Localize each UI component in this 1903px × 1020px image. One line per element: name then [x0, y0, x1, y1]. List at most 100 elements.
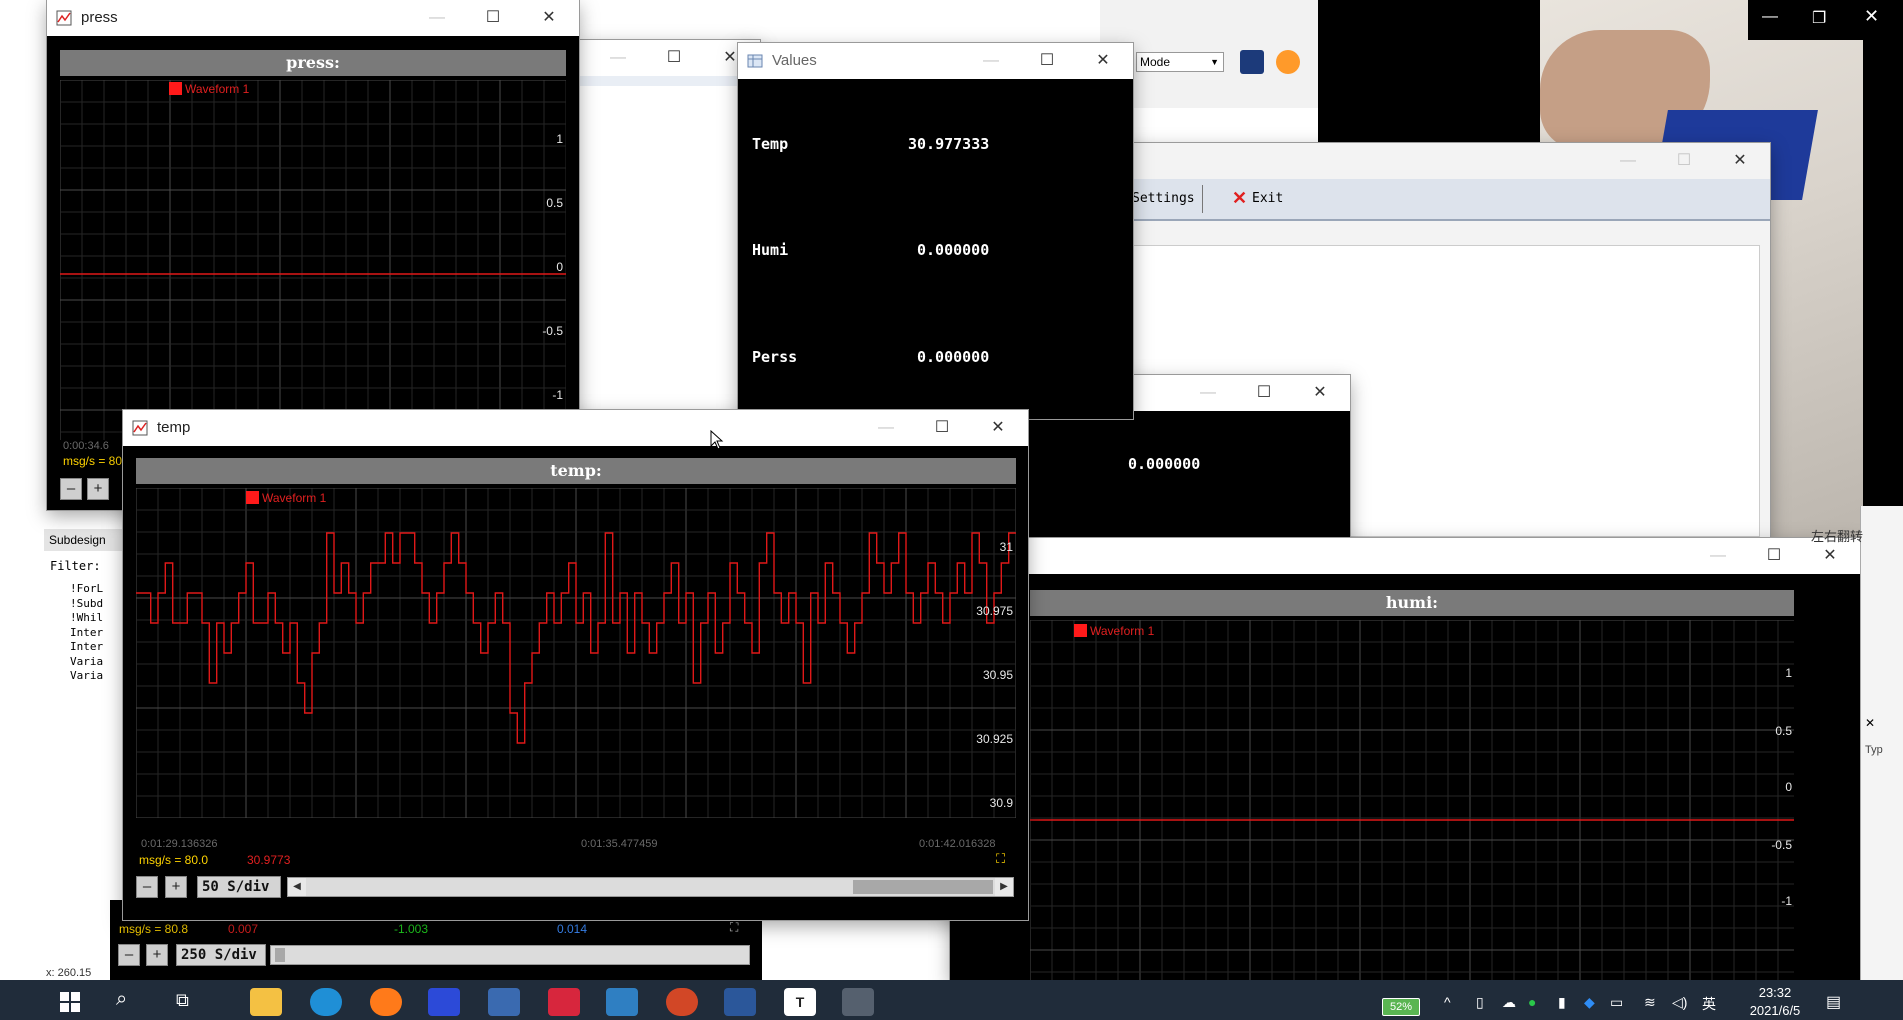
close-button[interactable]: ✕	[1292, 375, 1348, 411]
bluetooth-icon[interactable]: ◆	[1584, 994, 1595, 1011]
bottom-samples-per-div[interactable]: 250 S/div	[176, 944, 266, 966]
wifi-icon[interactable]: ≋	[1644, 994, 1656, 1011]
list-item[interactable]: Varia	[70, 669, 103, 684]
exit-icon[interactable]: ✕	[1232, 188, 1247, 209]
volume-icon[interactable]: ◁)	[1672, 994, 1687, 1011]
close-button[interactable]: ✕	[1712, 143, 1768, 179]
humi-value: 0.000000	[917, 241, 990, 259]
maximize-button[interactable]: ☐	[1746, 538, 1802, 574]
maximize-button[interactable]: ☐	[914, 410, 970, 446]
temp-scrollbar[interactable]: ◀ ▶	[287, 877, 1014, 897]
right-peek-close[interactable]: ✕	[1865, 716, 1875, 730]
list-item[interactable]: !Whil	[70, 611, 103, 626]
list-item[interactable]: Inter	[70, 640, 103, 655]
minimize-button[interactable]: —	[1180, 375, 1236, 411]
minimize-icon[interactable]: —	[1762, 8, 1778, 26]
minimize-button[interactable]: —	[409, 0, 465, 36]
notification-icon[interactable]: ▤	[1826, 992, 1841, 1012]
calculator-icon[interactable]	[548, 988, 580, 1016]
maximize-button[interactable]: ☐	[1236, 375, 1292, 411]
bottom-zoom-in-button[interactable]: +	[146, 944, 168, 966]
scrollbar-thumb[interactable]	[853, 880, 993, 894]
list-item[interactable]: Varia	[70, 655, 103, 670]
values-window-title: Values	[772, 52, 817, 69]
mouse-cursor-icon	[710, 430, 724, 450]
minimize-button[interactable]: —	[1690, 538, 1746, 574]
list-item[interactable]: !Subd	[70, 597, 103, 612]
search-icon[interactable]: ⌕	[116, 988, 127, 1011]
minimize-button[interactable]: —	[858, 410, 914, 446]
maximize-button[interactable]: ☐	[465, 0, 521, 36]
fit-icon[interactable]: ⛶	[730, 920, 738, 935]
clock-date: 2021/6/5	[1749, 1003, 1801, 1018]
temp-value: 30.977333	[908, 135, 990, 153]
press-legend-label: Waveform 1	[185, 82, 250, 96]
fit-icon[interactable]: ⛶	[996, 851, 1005, 867]
scrollbar-thumb[interactable]	[275, 948, 285, 962]
temp-time-mid: 0:01:35.477459	[581, 838, 658, 850]
temp-samples-per-div[interactable]: 50 S/div	[197, 876, 281, 898]
temp-zoom-in-button[interactable]: +	[165, 876, 187, 898]
edge-icon[interactable]	[310, 988, 342, 1016]
maximize-button[interactable]: ☐	[646, 40, 702, 76]
restore-icon[interactable]: ❐	[1812, 8, 1826, 28]
close-button[interactable]: ✕	[521, 0, 577, 36]
press-zoom-in-button[interactable]: +	[87, 478, 109, 500]
word-icon[interactable]	[724, 988, 756, 1016]
tray-chevron-icon[interactable]: ^	[1444, 994, 1451, 1010]
typora-icon[interactable]: T	[784, 988, 816, 1016]
mode-select[interactable]: Mode ▼	[1136, 52, 1224, 72]
humi-tick: -1	[1781, 894, 1792, 908]
cloud-icon[interactable]	[1276, 50, 1300, 74]
tab-subdesign[interactable]: Subdesign	[44, 529, 134, 551]
battery-percent: 52%	[1389, 1001, 1413, 1013]
labview-icon[interactable]	[842, 988, 874, 1016]
minimize-button[interactable]: —	[590, 40, 646, 76]
ime-indicator[interactable]: 英	[1702, 994, 1716, 1014]
close-icon[interactable]: ✕	[1864, 6, 1879, 27]
task-view-icon[interactable]: ⧉	[176, 990, 189, 1011]
start-button[interactable]	[60, 992, 80, 1012]
temp-tick: 30.925	[976, 732, 1013, 746]
list-item[interactable]: !ForL	[70, 582, 103, 597]
bottom-scrollbar[interactable]	[270, 945, 750, 965]
scroll-left-icon[interactable]: ◀	[288, 878, 306, 896]
windows-icon	[60, 992, 69, 1001]
humi-legend: Waveform 1	[1074, 624, 1154, 638]
clock[interactable]: 23:32 2021/6/5	[1740, 984, 1810, 1020]
python-icon[interactable]	[488, 988, 520, 1016]
temp-zoom-out-button[interactable]: –	[136, 876, 158, 898]
app-icon[interactable]	[428, 988, 460, 1016]
tray-app-icon[interactable]: ▭	[1610, 994, 1623, 1011]
wechat-icon[interactable]: ●	[1528, 994, 1536, 1010]
tray-usb-icon[interactable]: ▯	[1476, 994, 1484, 1011]
network-app-icon[interactable]	[606, 988, 638, 1016]
values-titlebar[interactable]: Values — ☐ ✕	[738, 43, 1133, 79]
temp-msg-rate: msg/s = 80.0	[139, 853, 209, 867]
maximize-button[interactable]: ☐	[1019, 43, 1075, 79]
settings-button[interactable]: Settings	[1132, 191, 1195, 206]
close-button[interactable]: ✕	[970, 410, 1026, 446]
humi-plot-area	[1030, 620, 1794, 980]
humi-plot-body: humi: Waveform 1 1 0.5 0 -0.5 -1	[950, 574, 1860, 980]
press-zoom-out-button[interactable]: –	[60, 478, 82, 500]
onedrive-icon[interactable]: ☁	[1502, 994, 1516, 1011]
temp-window: temp — ☐ ✕ temp: Waveform 1 31 30.975 30…	[123, 410, 1028, 920]
maximize-button[interactable]: ☐	[1656, 143, 1712, 179]
minimize-button[interactable]: —	[963, 43, 1019, 79]
temp-plot-area	[136, 488, 1016, 818]
firefox-icon[interactable]	[370, 988, 402, 1016]
exit-button[interactable]: Exit	[1252, 191, 1283, 206]
bottom-zoom-out-button[interactable]: –	[118, 944, 140, 966]
minimize-button[interactable]: —	[1600, 143, 1656, 179]
list-item[interactable]: Inter	[70, 626, 103, 641]
mic-icon[interactable]: ▮	[1558, 994, 1566, 1011]
powerpoint-icon[interactable]	[666, 988, 698, 1016]
tool-icon[interactable]	[1240, 50, 1264, 74]
press-titlebar[interactable]: press — ☐ ✕	[47, 0, 579, 36]
scroll-right-icon[interactable]: ▶	[995, 878, 1013, 896]
temp-titlebar[interactable]: temp — ☐ ✕	[123, 410, 1028, 446]
values-app-icon	[747, 54, 763, 68]
file-explorer-icon[interactable]	[250, 988, 282, 1016]
close-button[interactable]: ✕	[1075, 43, 1131, 79]
